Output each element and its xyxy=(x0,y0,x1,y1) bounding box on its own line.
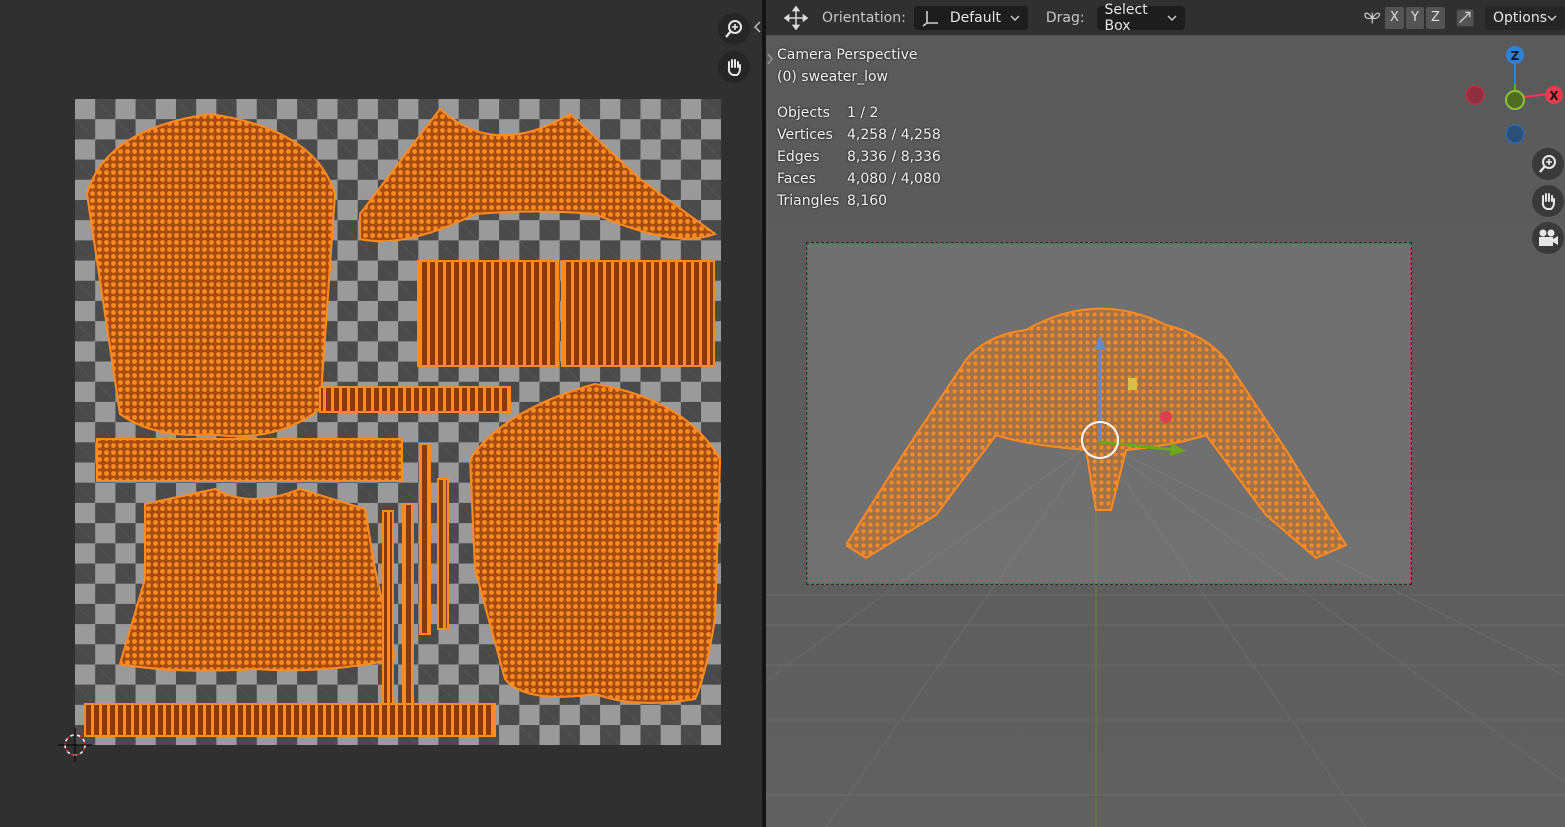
uv-island-strip-middle xyxy=(319,386,511,413)
options-label: Options xyxy=(1493,9,1548,26)
sidebar-toggle-icon[interactable] xyxy=(766,52,774,66)
uv-island-band-2 xyxy=(561,260,715,367)
stat-vertices: Vertices 4,258 / 4,258 xyxy=(777,127,941,143)
options-dropdown[interactable]: Options xyxy=(1485,5,1565,30)
uv-island-sleeve-right xyxy=(468,382,721,704)
stat-edges: Edges 8,336 / 8,336 xyxy=(777,149,941,165)
pan-button[interactable] xyxy=(718,51,750,83)
drag-label: Drag: xyxy=(1045,9,1085,26)
collapse-arrow-icon[interactable] xyxy=(752,20,762,34)
navigation-gizmo[interactable]: Z X xyxy=(1456,42,1564,150)
hand-icon xyxy=(727,59,741,76)
zoom-icon xyxy=(1539,155,1556,173)
uv-island-band-1 xyxy=(417,260,559,367)
axis-y-toggle[interactable]: Y xyxy=(1405,6,1425,29)
uv-island-thin-4 xyxy=(437,478,449,630)
stat-faces: Faces 4,080 / 4,080 xyxy=(777,171,941,187)
axis-z-toggle[interactable]: Z xyxy=(1426,6,1445,29)
chevron-down-icon xyxy=(1010,15,1020,21)
snap-icon[interactable] xyxy=(1455,7,1475,29)
gizmo-x-label: X xyxy=(1549,89,1559,103)
2d-cursor-icon[interactable] xyxy=(58,728,92,762)
orientation-axes-icon xyxy=(922,10,938,27)
zoom-icon xyxy=(725,20,742,38)
axis-x-toggle[interactable]: X xyxy=(1385,6,1404,29)
chevron-down-icon xyxy=(1167,15,1177,21)
drag-value: Select Box xyxy=(1104,1,1148,34)
orientation-value: Default xyxy=(949,9,1001,26)
uv-island-strip-cuff xyxy=(96,438,403,482)
drag-dropdown[interactable]: Select Box xyxy=(1096,2,1185,34)
camera-view-button[interactable] xyxy=(1532,222,1564,254)
chevron-down-icon xyxy=(1547,15,1557,21)
mirror-butterfly-icon[interactable] xyxy=(1363,8,1382,28)
zoom-button[interactable] xyxy=(718,13,750,45)
uv-island-collar-back xyxy=(359,107,718,243)
orientation-dropdown[interactable]: Default xyxy=(913,5,1028,30)
viewport-info-overlay: Camera Perspective (0) sweater_low Objec… xyxy=(777,44,941,212)
view-name: Camera Perspective xyxy=(777,47,918,63)
object-name: (0) sweater_low xyxy=(777,69,888,85)
camera-icon xyxy=(1539,229,1558,246)
viewport-header: Orientation: Default Drag: Select Box X … xyxy=(766,0,1565,35)
orientation-label: Orientation: xyxy=(822,9,906,26)
uv-island-sleeve-left xyxy=(85,112,337,438)
stat-objects: Objects 1 / 2 xyxy=(777,105,879,121)
hand-icon xyxy=(1541,193,1555,210)
stat-triangles: Triangles 8,160 xyxy=(777,193,888,209)
uv-island-hem xyxy=(84,703,496,737)
uv-island-thin-2 xyxy=(402,503,414,705)
zoom-button[interactable] xyxy=(1532,148,1564,180)
3d-viewport[interactable]: Orientation: Default Drag: Select Box X … xyxy=(766,0,1565,827)
uv-island-thin-3 xyxy=(419,443,431,635)
uv-islands[interactable] xyxy=(75,99,721,745)
object-origin-gizmo[interactable] xyxy=(1066,330,1196,470)
move-gizmo-icon[interactable] xyxy=(784,5,809,31)
uv-island-front xyxy=(118,487,397,672)
pan-button[interactable] xyxy=(1532,185,1564,217)
uv-island-thin-1 xyxy=(382,510,394,707)
uv-editor[interactable] xyxy=(0,0,762,827)
gizmo-z-label: Z xyxy=(1511,49,1520,63)
